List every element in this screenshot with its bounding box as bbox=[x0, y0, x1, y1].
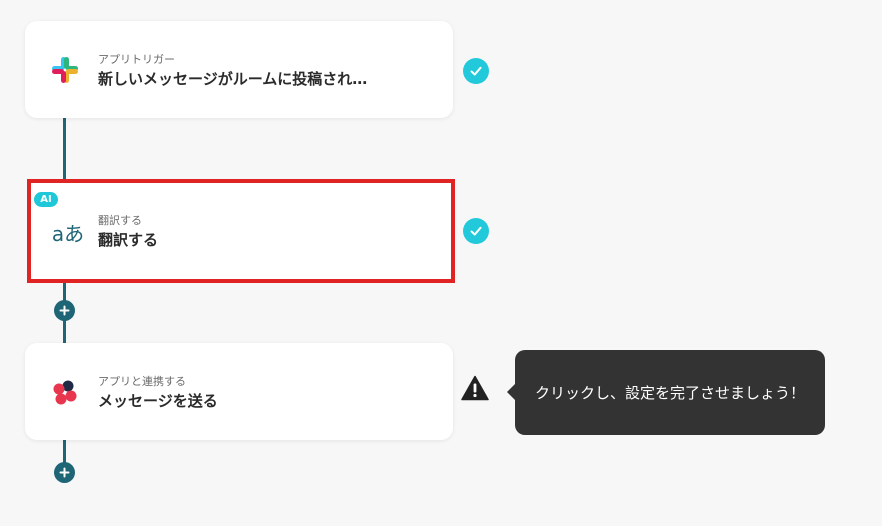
step-subtitle: アプリトリガー bbox=[98, 53, 175, 66]
flow-step-trigger[interactable]: アプリトリガー 新しいメッセージがルームに投稿され… bbox=[25, 21, 453, 118]
step-title: 翻訳する bbox=[98, 231, 159, 249]
add-step-button[interactable] bbox=[54, 300, 75, 321]
flow-step-translate-content[interactable]: aあ 翻訳する 翻訳する bbox=[31, 183, 451, 279]
step-subtitle: 翻訳する bbox=[98, 214, 142, 227]
check-circle-icon bbox=[463, 218, 489, 244]
connector-line bbox=[63, 118, 66, 181]
step-title: メッセージを送る bbox=[98, 392, 218, 410]
slack-icon bbox=[49, 54, 81, 86]
setup-tooltip: クリックし、設定を完了させましょう！ bbox=[507, 350, 825, 435]
add-step-button[interactable] bbox=[54, 462, 75, 483]
warning-icon bbox=[461, 375, 489, 401]
step-subtitle: アプリと連携する bbox=[98, 375, 186, 388]
check-circle-icon bbox=[463, 58, 489, 84]
translate-icon: aあ bbox=[49, 216, 87, 248]
flow-step-send-message[interactable]: アプリと連携する メッセージを送る bbox=[25, 343, 453, 440]
connector-line bbox=[63, 440, 66, 464]
app-icon bbox=[49, 376, 81, 408]
translate-glyph: aあ bbox=[51, 221, 85, 246]
step-title: 新しいメッセージがルームに投稿され… bbox=[98, 70, 368, 88]
tooltip-text: クリックし、設定を完了させましょう！ bbox=[534, 384, 805, 402]
